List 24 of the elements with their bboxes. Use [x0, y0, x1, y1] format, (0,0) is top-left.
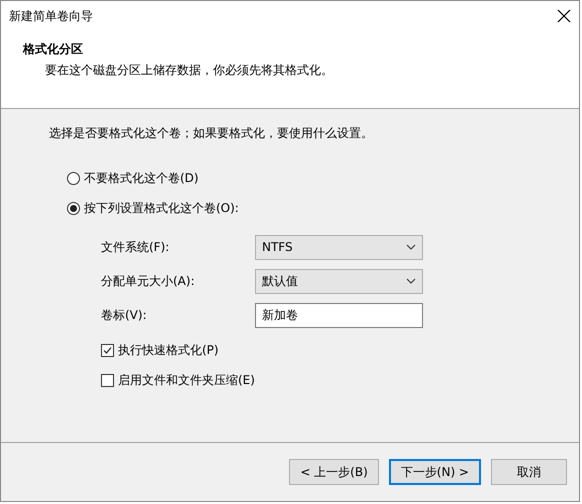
chevron-down-icon: [406, 244, 416, 250]
radio-button[interactable]: [67, 202, 80, 214]
setting-label: 文件系统(F):: [101, 238, 170, 256]
checkbox[interactable]: [101, 344, 114, 356]
dropdown[interactable]: 默认值: [255, 268, 423, 294]
radio-label: 按下列设置格式化这个卷(O):: [84, 200, 239, 216]
instruction-text: 选择是否要格式化这个卷；如果要格式化，要使用什么设置。: [49, 125, 374, 142]
checkbox[interactable]: [101, 374, 114, 386]
radio-button[interactable]: [67, 172, 80, 184]
setting-label: 分配单元大小(A):: [101, 272, 196, 290]
page-title: 格式化分区: [23, 41, 84, 58]
wizard-button[interactable]: 下一步(N) >: [388, 459, 481, 485]
page-subtitle: 要在这个磁盘分区上储存数据，你必须先将其格式化。: [44, 62, 334, 79]
setting-label: 卷标(V):: [101, 306, 148, 324]
checkbox-label: 启用文件和文件夹压缩(E): [118, 372, 255, 388]
window-title: 新建简单卷向导: [9, 8, 93, 24]
radio-label: 不要格式化这个卷(D): [84, 170, 199, 186]
checkbox-label: 执行快速格式化(P): [118, 342, 219, 358]
wizard-button[interactable]: 取消: [491, 459, 567, 485]
dropdown[interactable]: NTFS: [255, 234, 423, 260]
input-field[interactable]: 新加卷: [255, 302, 423, 328]
wizard-button[interactable]: < 上一步(B): [289, 459, 379, 485]
chevron-down-icon: [406, 278, 416, 284]
close-icon[interactable]: [557, 9, 571, 23]
